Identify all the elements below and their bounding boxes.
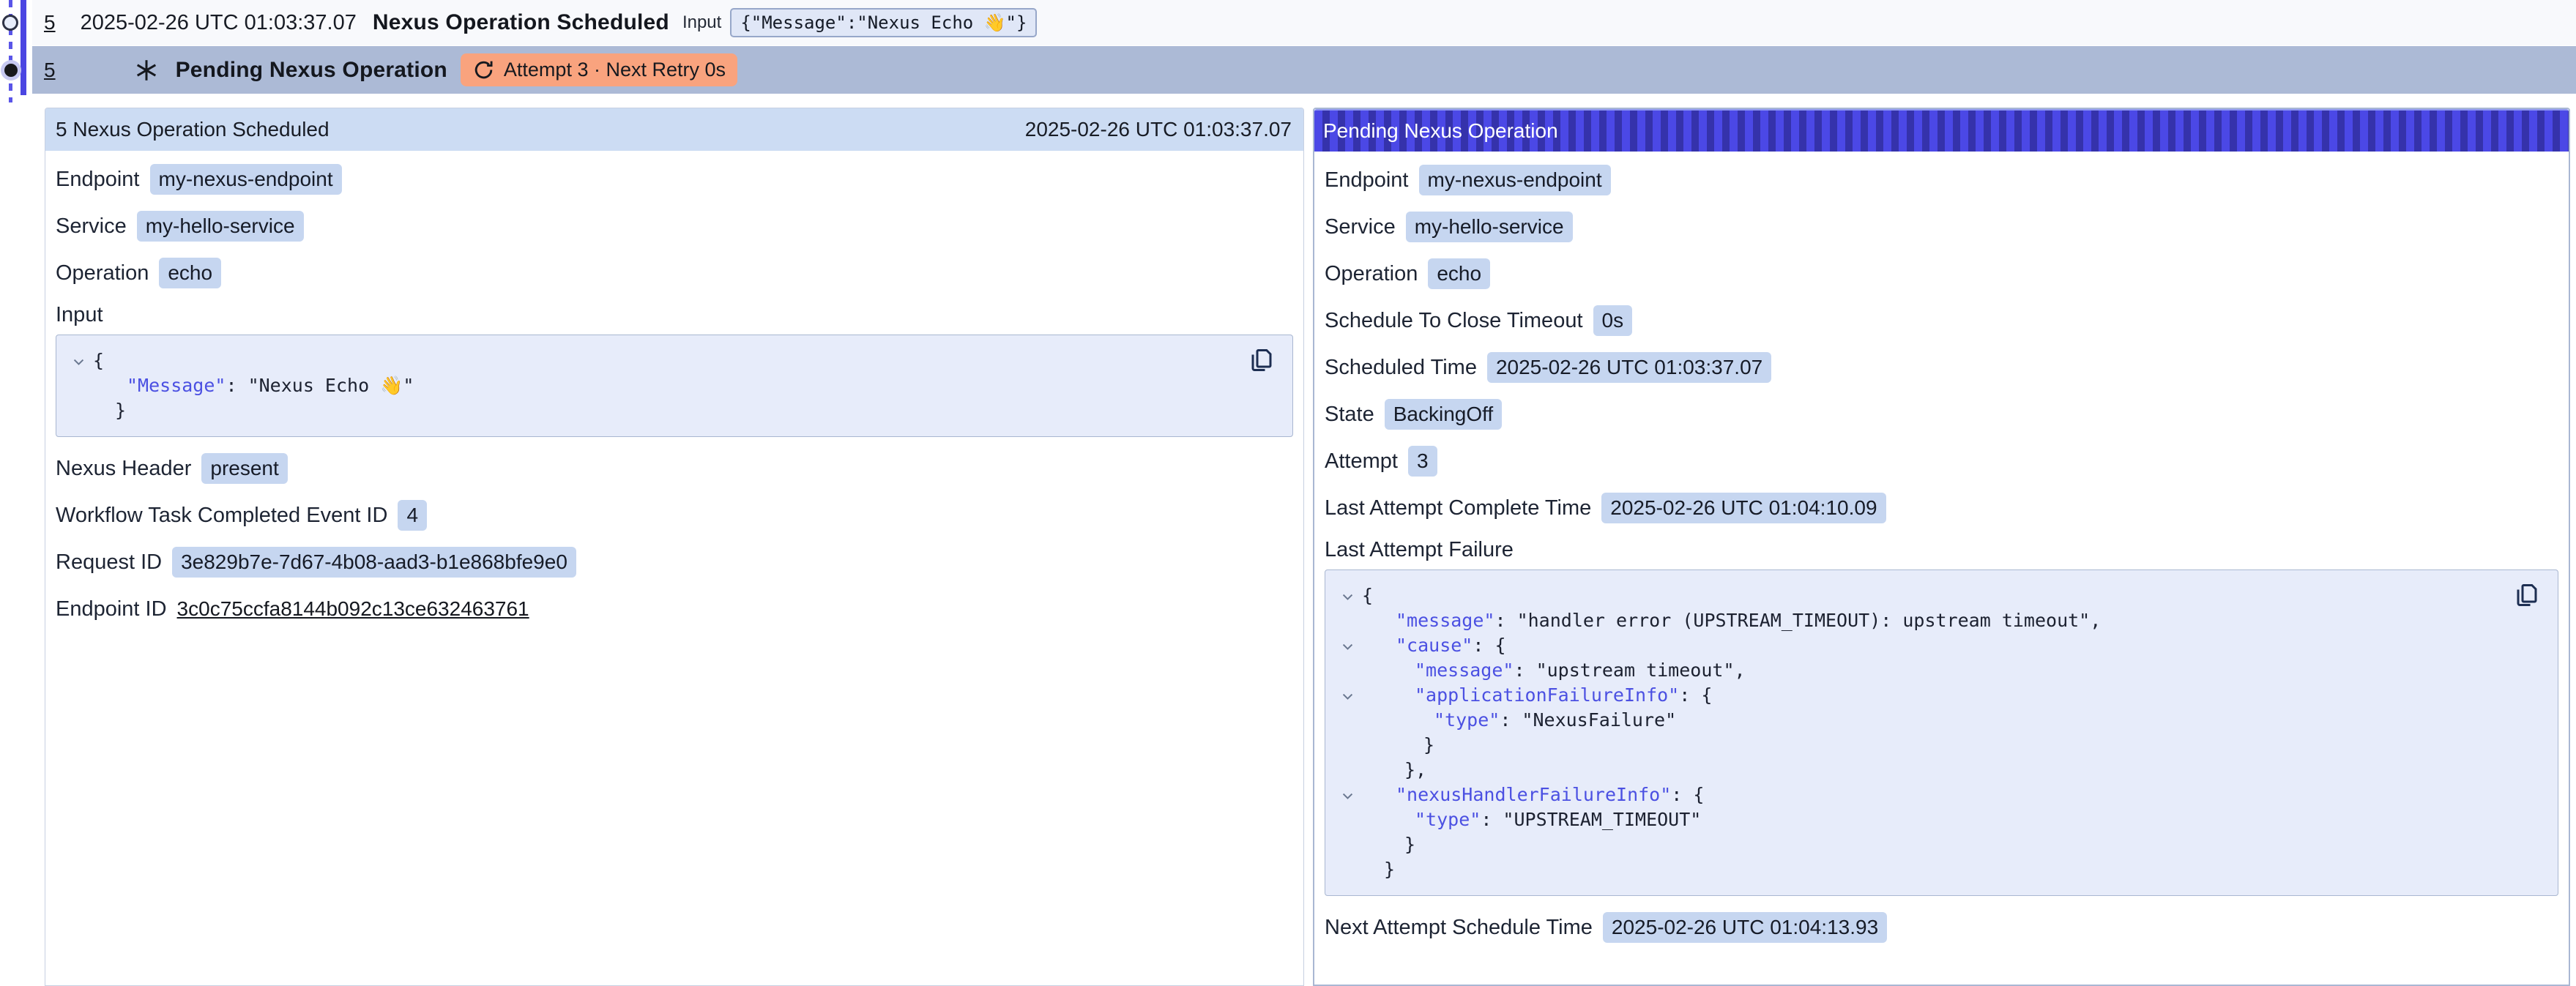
field-label: Scheduled Time	[1325, 356, 1477, 380]
pending-asterisk-icon	[133, 57, 160, 83]
field-label: Last Attempt Complete Time	[1325, 496, 1591, 520]
chevron-down-icon[interactable]	[1333, 633, 1362, 654]
json-line: "applicationFailureInfo": {	[1333, 683, 2506, 708]
retry-status-badge: Attempt 3 · Next Retry 0s	[461, 53, 737, 86]
json-line: "message": "handler error (UPSTREAM_TIME…	[1333, 608, 2506, 633]
field-label: Endpoint	[1325, 168, 1409, 193]
pending-title: Pending Nexus Operation	[176, 58, 447, 83]
field-state: State BackingOff	[1325, 397, 2558, 431]
scheduled-panel-header: 5 Nexus Operation Scheduled 2025-02-26 U…	[45, 108, 1303, 151]
pending-panel-body: Endpoint my-nexus-endpoint Service my-he…	[1314, 152, 2569, 968]
pending-panel-title: Pending Nexus Operation	[1323, 119, 1558, 143]
field-operation: Operation echo	[1325, 257, 2558, 291]
event-title: Nexus Operation Scheduled	[373, 10, 669, 35]
field-nexus-header: Nexus Header present	[56, 452, 1293, 485]
field-workflow-task-completed-event-id: Workflow Task Completed Event ID 4	[56, 498, 1293, 532]
field-scheduled-time: Scheduled Time 2025-02-26 UTC 01:03:37.0…	[1325, 351, 2558, 384]
chevron-down-icon[interactable]	[1333, 683, 1362, 703]
field-value-badge: 0s	[1593, 305, 1633, 336]
input-section-label: Input	[56, 303, 1293, 327]
timeline-selection-bar	[21, 0, 26, 95]
failure-json-viewer: { "message": "handler error (UPSTREAM_TI…	[1325, 569, 2558, 896]
timeline-node-open-icon	[2, 15, 18, 31]
json-line: }	[1333, 733, 2506, 758]
copy-icon[interactable]	[1247, 346, 1276, 375]
input-json-viewer: { "Message": "Nexus Echo 👋" }	[56, 335, 1293, 437]
pending-detail-panel: Pending Nexus Operation Endpoint my-nexu…	[1313, 108, 2570, 986]
field-endpoint: Endpoint my-nexus-endpoint	[1325, 163, 2558, 197]
field-label: Operation	[56, 261, 149, 285]
pending-id-link[interactable]: 5	[44, 59, 56, 82]
field-value-badge: echo	[1428, 258, 1490, 289]
retry-icon	[472, 59, 495, 81]
json-line: }	[1333, 832, 2506, 857]
field-label: State	[1325, 403, 1374, 427]
field-value-badge: my-hello-service	[137, 211, 304, 242]
field-service: Service my-hello-service	[56, 209, 1293, 243]
field-value-badge: 2025-02-26 UTC 01:04:10.09	[1601, 493, 1886, 523]
json-line: }	[1333, 857, 2506, 882]
event-id-link[interactable]: 5	[44, 11, 56, 34]
json-line: {	[1333, 583, 2506, 608]
field-endpoint: Endpoint my-nexus-endpoint	[56, 163, 1293, 196]
field-label: Workflow Task Completed Event ID	[56, 504, 387, 528]
field-value-badge: 4	[398, 500, 427, 531]
scheduled-detail-panel: 5 Nexus Operation Scheduled 2025-02-26 U…	[45, 108, 1304, 986]
event-input-label: Input	[682, 12, 721, 33]
field-endpoint-id: Endpoint ID 3c0c75ccfa8144b092c13ce63246…	[56, 592, 1293, 626]
field-label: Service	[56, 214, 127, 239]
field-attempt: Attempt 3	[1325, 444, 2558, 478]
field-label: Operation	[1325, 262, 1418, 286]
field-request-id: Request ID 3e829b7e-7d67-4b08-aad3-b1e86…	[56, 545, 1293, 579]
event-row-pending[interactable]: 5 Pending Nexus Operation Attempt 3 · Ne…	[32, 46, 2576, 94]
event-timestamp: 2025-02-26 UTC 01:03:37.07	[81, 11, 357, 35]
endpoint-id-link[interactable]: 3c0c75ccfa8144b092c13ce632463761	[177, 597, 529, 621]
json-line: "type": "UPSTREAM_TIMEOUT"	[1333, 807, 2506, 832]
field-value-badge: my-hello-service	[1406, 212, 1573, 242]
json-line: "message": "upstream timeout",	[1333, 658, 2506, 683]
field-label: Next Attempt Schedule Time	[1325, 916, 1593, 940]
pending-panel-header: Pending Nexus Operation	[1314, 109, 2569, 152]
field-label: Attempt	[1325, 449, 1398, 474]
copy-icon[interactable]	[2512, 580, 2542, 610]
field-last-attempt-complete-time: Last Attempt Complete Time 2025-02-26 UT…	[1325, 491, 2558, 525]
json-line: "Message": "Nexus Echo 👋"	[64, 373, 1241, 398]
field-label: Schedule To Close Timeout	[1325, 309, 1583, 333]
json-line: },	[1333, 758, 2506, 783]
field-value-badge: my-nexus-endpoint	[150, 164, 342, 195]
failure-section-label: Last Attempt Failure	[1325, 538, 2558, 562]
field-operation: Operation echo	[56, 256, 1293, 290]
field-value-badge: BackingOff	[1385, 399, 1502, 430]
field-label: Endpoint ID	[56, 597, 167, 621]
field-label: Nexus Header	[56, 457, 191, 481]
field-value-badge: 2025-02-26 UTC 01:04:13.93	[1603, 912, 1887, 943]
chevron-down-icon[interactable]	[1333, 783, 1362, 803]
field-service: Service my-hello-service	[1325, 210, 2558, 244]
field-value-badge: present	[201, 453, 287, 484]
chevron-down-icon[interactable]	[1333, 583, 1362, 604]
chevron-down-icon[interactable]	[64, 348, 93, 369]
field-value-badge: 3	[1408, 446, 1437, 477]
event-row-scheduled[interactable]: 5 2025-02-26 UTC 01:03:37.07 Nexus Opera…	[32, 0, 2576, 45]
scheduled-panel-timestamp: 2025-02-26 UTC 01:03:37.07	[1025, 118, 1292, 141]
field-value-badge: my-nexus-endpoint	[1419, 165, 1611, 195]
json-line: "cause": {	[1333, 633, 2506, 658]
field-schedule-to-close-timeout: Schedule To Close Timeout 0s	[1325, 304, 2558, 337]
retry-badge-text: Attempt 3 · Next Retry 0s	[504, 59, 726, 81]
json-line: }	[64, 398, 1241, 423]
field-label: Request ID	[56, 550, 162, 575]
field-value-badge: 2025-02-26 UTC 01:03:37.07	[1487, 352, 1771, 383]
field-value-badge: 3e829b7e-7d67-4b08-aad3-b1e868bfe9e0	[172, 547, 576, 578]
field-value-badge: echo	[159, 258, 221, 288]
field-label: Service	[1325, 215, 1396, 239]
json-line: {	[64, 348, 1241, 373]
json-line: "nexusHandlerFailureInfo": {	[1333, 783, 2506, 807]
field-label: Endpoint	[56, 168, 140, 192]
field-next-attempt-schedule-time: Next Attempt Schedule Time 2025-02-26 UT…	[1325, 911, 2558, 944]
event-input-preview-chip[interactable]: {"Message":"Nexus Echo 👋"}	[730, 8, 1037, 37]
timeline-node-filled-icon	[4, 64, 18, 77]
scheduled-panel-body: Endpoint my-nexus-endpoint Service my-he…	[45, 151, 1303, 649]
json-line: "type": "NexusFailure"	[1333, 708, 2506, 733]
scheduled-panel-title: 5 Nexus Operation Scheduled	[56, 118, 330, 141]
